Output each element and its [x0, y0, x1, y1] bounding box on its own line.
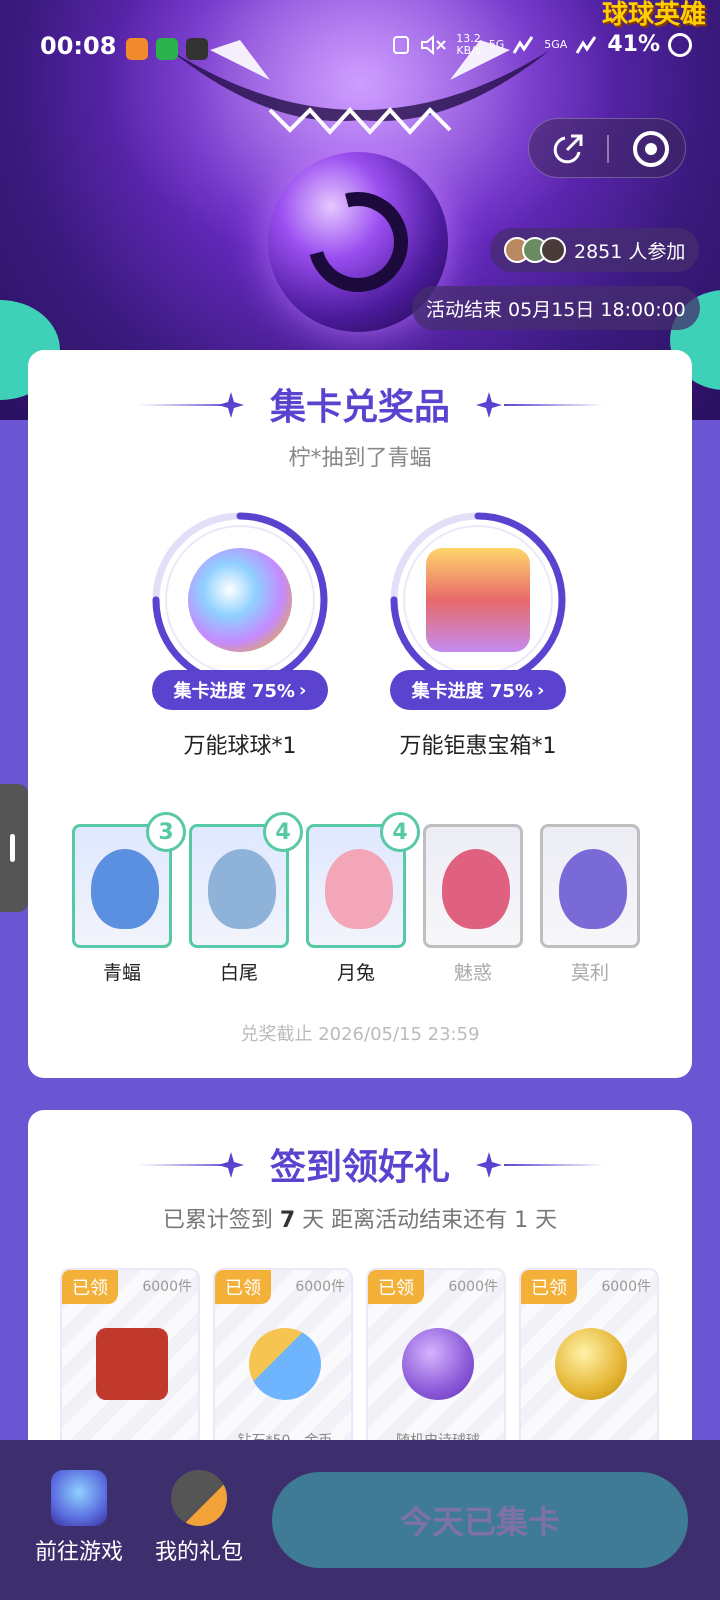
progress-button[interactable]: 集卡进度 75% › [152, 670, 328, 710]
game-logo: 球球英雄 [601, 0, 706, 30]
close-program-icon[interactable] [633, 131, 669, 167]
today-collected-button[interactable]: 今天已集卡 [272, 1472, 688, 1568]
share-icon[interactable] [551, 132, 585, 166]
title-line-right [504, 1164, 604, 1166]
signal-icon [512, 35, 534, 54]
prize-item[interactable]: 集卡进度 75% › 万能钜惠宝箱*1 [388, 510, 568, 770]
redeem-deadline: 兑奖截止 2026/05/15 23:59 [240, 1024, 480, 1045]
clock: 00:08 [40, 32, 117, 60]
prize-name: 万能钜惠宝箱*1 [399, 734, 557, 759]
collectible-name: 月兔 [336, 962, 375, 984]
title-line-right [504, 404, 604, 406]
collectible-name: 青蝠 [102, 962, 141, 984]
collectible-name: 白尾 [219, 962, 258, 984]
participant-avatars [504, 237, 566, 263]
chevron-right-icon: › [298, 679, 307, 701]
participants-pill: 2851 人参加 [490, 228, 700, 272]
network-speed: 13.2 KB/s [456, 31, 481, 57]
collectible-name: 莫利 [570, 962, 609, 984]
battery-icon [668, 32, 692, 57]
signin-gift[interactable]: 已领 6000件 [60, 1268, 200, 1468]
claimed-tag: 已领 [215, 1270, 271, 1304]
gift-stock: 6000件 [601, 1279, 651, 1295]
gift-stock: 6000件 [295, 1279, 345, 1295]
signin-summary: 已累计签到 7 天 距离活动结束还有 1 天 [162, 1208, 558, 1233]
character-image [208, 849, 276, 929]
participants-count: 2851 人参加 [574, 240, 686, 263]
count-badge: 4 [263, 812, 303, 852]
collectible-name: 魅惑 [453, 962, 492, 984]
gift-package-icon [171, 1470, 227, 1526]
collectible-row: 3 青蝠 4 白尾 4 月兔 魅惑 莫利 [72, 812, 652, 994]
nfc-icon [393, 35, 410, 54]
status-bar: 00:08 13.2 KB/s 5G 5GA 41% [0, 28, 720, 68]
claimed-tag: 已领 [521, 1270, 577, 1304]
capsule-divider [607, 135, 609, 163]
character-image [442, 849, 510, 929]
character-image [325, 849, 393, 929]
mini-program-capsule [528, 118, 686, 178]
bottom-action-bar: 前往游戏 我的礼包 今天已集卡 [0, 1440, 720, 1600]
claimed-tag: 已领 [62, 1270, 118, 1304]
battery-percent: 41% [607, 32, 660, 57]
collect-card: 集卡兑奖品 柠*抽到了青蝠 集卡进度 75% › 万能球球*1 集卡进度 75%… [28, 350, 692, 1078]
go-to-game-label: 前往游戏 [34, 1540, 123, 1565]
gift-stock: 6000件 [142, 1279, 192, 1295]
signal-5ga: 5GA [544, 37, 568, 51]
draw-ticker: 柠*抽到了青蝠 [288, 446, 432, 471]
prize-item[interactable]: 集卡进度 75% › 万能球球*1 [150, 510, 330, 770]
signin-gift[interactable]: 已领 6000件 钻石*50、金币 [213, 1268, 353, 1468]
prize-name: 万能球球*1 [183, 734, 297, 759]
star-icon [476, 1152, 502, 1178]
wechat-icon [156, 38, 178, 60]
avatar [540, 237, 566, 263]
my-gifts-button[interactable]: 我的礼包 [144, 1470, 254, 1566]
signin-gift[interactable]: 已领 6000件 随机史诗球球 [366, 1268, 506, 1468]
diamond-coin-icon [249, 1328, 321, 1400]
mute-icon [421, 34, 446, 55]
star-icon [476, 392, 502, 418]
my-gifts-label: 我的礼包 [154, 1540, 243, 1565]
character-image [559, 849, 627, 929]
count-badge: 4 [380, 812, 420, 852]
chest-icon [96, 1328, 168, 1400]
signal-5g: 5G [488, 37, 505, 51]
mystery-coin-icon [555, 1328, 627, 1400]
progress-button[interactable]: 集卡进度 75% › [390, 670, 566, 710]
game-app-icon [51, 1470, 107, 1526]
treasure-chest-image [426, 548, 530, 652]
mystery-ball-icon [402, 1328, 474, 1400]
count-badge: 3 [146, 812, 186, 852]
signin-gift[interactable]: 已领 6000件 [519, 1268, 659, 1468]
app-icon [186, 38, 208, 60]
signin-card: 签到领好礼 已累计签到 7 天 距离活动结束还有 1 天 已领 6000件 已领… [28, 1110, 692, 1490]
side-drawer-handle[interactable] [0, 784, 28, 912]
signal-icon-2 [576, 35, 597, 54]
chevron-right-icon: › [536, 679, 545, 701]
app-notification-icon [126, 38, 148, 60]
omni-ball-image [188, 548, 292, 652]
character-image [91, 849, 159, 929]
gift-stock: 6000件 [448, 1279, 498, 1295]
claimed-tag: 已领 [368, 1270, 424, 1304]
end-time: 活动结束 05月15日 18:00:00 [426, 298, 686, 321]
go-to-game-button[interactable]: 前往游戏 [24, 1470, 134, 1566]
end-time-pill: 活动结束 05月15日 18:00:00 [412, 286, 700, 330]
